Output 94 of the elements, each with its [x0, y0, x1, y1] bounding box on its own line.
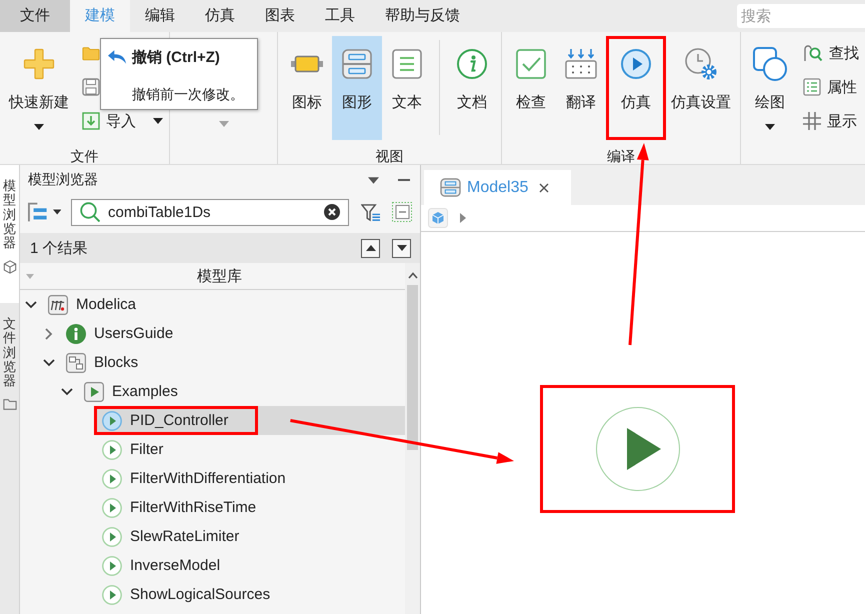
clock-gear-icon — [685, 48, 717, 80]
minus-box-icon[interactable] — [392, 202, 412, 222]
play-icon — [102, 556, 122, 576]
folder-icon — [2, 398, 16, 412]
cube-icon — [2, 260, 16, 274]
search-field[interactable]: combiTable1Ds — [71, 198, 349, 226]
shapes-icon — [753, 47, 787, 81]
side-tab[interactable]: 模型浏览器 — [0, 165, 19, 303]
tooltip-title: 撤销 (Ctrl+Z) — [132, 48, 220, 66]
caret-icon[interactable] — [368, 176, 379, 184]
play-square-icon — [84, 382, 104, 402]
ribbon-button[interactable]: 仿真 — [606, 36, 666, 140]
tree-item[interactable]: Blocks — [58, 348, 405, 377]
previous-button[interactable] — [361, 238, 380, 258]
undo-arrow-icon — [108, 50, 126, 64]
caret-icon[interactable] — [52, 209, 61, 215]
up-triangle-icon — [366, 245, 376, 251]
play-icon — [621, 49, 651, 79]
scrollbar-thumb[interactable] — [407, 285, 418, 450]
tree-item[interactable]: ShowLogicalSources — [94, 580, 405, 609]
search-icon — [80, 202, 100, 222]
search-field[interactable]: 搜索 — [737, 4, 865, 28]
tree-item[interactable]: UsersGuide — [58, 319, 405, 348]
magnifier-icon — [803, 44, 823, 62]
column-header[interactable]: 模型库 — [197, 266, 242, 286]
ribbon-button[interactable]: 绘图 — [745, 36, 795, 140]
ribbon-button[interactable]: 仿真设置 — [666, 36, 736, 140]
menu-tab[interactable]: 帮助与反馈 — [370, 0, 475, 32]
plus-icon — [23, 48, 55, 80]
diagram-icon — [342, 49, 372, 79]
cube-icon[interactable] — [428, 208, 448, 228]
group-label: 文件 — [70, 148, 98, 165]
down-triangle-icon — [396, 245, 406, 251]
caret-right-icon[interactable] — [460, 213, 466, 223]
play-icon — [102, 584, 122, 604]
ribbon-button[interactable]: 检查 — [506, 36, 556, 140]
play-icon — [102, 498, 122, 518]
tree-item[interactable]: InverseModel — [94, 551, 405, 580]
arrow-down-box-icon — [82, 112, 100, 130]
menu-tab[interactable]: 仿真 — [190, 0, 250, 32]
ribbon-button[interactable]: 显示 — [801, 104, 859, 138]
play-icon — [102, 468, 122, 488]
info-icon — [66, 324, 86, 344]
chevron-down-icon[interactable] — [43, 358, 55, 366]
play-icon — [596, 407, 680, 491]
down-triangle-icon — [26, 274, 34, 278]
tree-item[interactable]: Filter — [94, 435, 405, 464]
tree-item[interactable]: Examples — [76, 377, 405, 406]
ribbon-button[interactable]: 快速新建 — [4, 36, 74, 140]
tree-item[interactable]: FilterWithDifferentiation — [94, 464, 405, 493]
chevron-down-icon[interactable] — [61, 388, 73, 396]
grid-icon — [803, 112, 821, 130]
play-icon — [102, 526, 122, 546]
text-lines-icon — [392, 49, 422, 79]
tree-item[interactable]: Modelica — [40, 290, 405, 319]
diagram-icon — [440, 178, 461, 197]
filter-icon[interactable] — [361, 202, 380, 222]
play-icon — [102, 440, 122, 460]
chevron-down-icon[interactable] — [25, 300, 37, 308]
side-tab[interactable]: 文件浏览器 — [0, 303, 19, 441]
chevron-right-icon[interactable] — [45, 328, 53, 340]
group-label: 视图 — [376, 148, 404, 165]
panel-title: 模型浏览器 — [28, 171, 98, 189]
ribbon-button[interactable]: 查找 — [801, 36, 861, 70]
menu-tab[interactable]: 图表 — [250, 0, 310, 32]
arrows-grid-icon — [565, 49, 597, 79]
ribbon-button[interactable]: 图标 — [282, 36, 332, 140]
ribbon-button[interactable]: 属性 — [801, 70, 859, 104]
ribbon-button[interactable]: 图形 — [332, 36, 382, 140]
squiggle-tile-icon — [48, 294, 68, 314]
folder-icon — [82, 46, 100, 60]
next-button[interactable] — [392, 238, 411, 258]
list-icon — [803, 78, 821, 96]
tooltip-text: 撤销前一次修改。 — [132, 86, 244, 103]
group-label: 编译 — [607, 148, 635, 165]
results-count: 1 个结果 — [30, 238, 88, 258]
tree-item[interactable]: PID_Controller — [94, 406, 405, 435]
close-icon[interactable] — [539, 182, 549, 192]
menu-tab[interactable]: 编辑 — [130, 0, 190, 32]
menu-tab[interactable]: 工具 — [310, 0, 370, 32]
info-icon — [457, 49, 487, 79]
ribbon-button[interactable]: 翻译 — [556, 36, 606, 140]
menu-tab[interactable]: 文件 — [0, 0, 70, 32]
tree-item[interactable]: SlewRateLimiter — [94, 522, 405, 551]
x-circle-icon[interactable] — [324, 204, 340, 220]
tree-view-icon[interactable] — [28, 202, 47, 222]
chevron-up-icon[interactable] — [408, 272, 418, 279]
block-diagram-icon — [66, 352, 86, 372]
ribbon-button[interactable]: 文档 — [447, 36, 497, 140]
ribbon-button[interactable]: 导入 — [80, 104, 165, 138]
checkbox-icon — [516, 49, 546, 79]
play-icon — [102, 410, 122, 430]
tree-item[interactable]: FilterWithRiseTime — [94, 493, 405, 522]
ribbon-button[interactable]: 文本 — [382, 36, 432, 140]
